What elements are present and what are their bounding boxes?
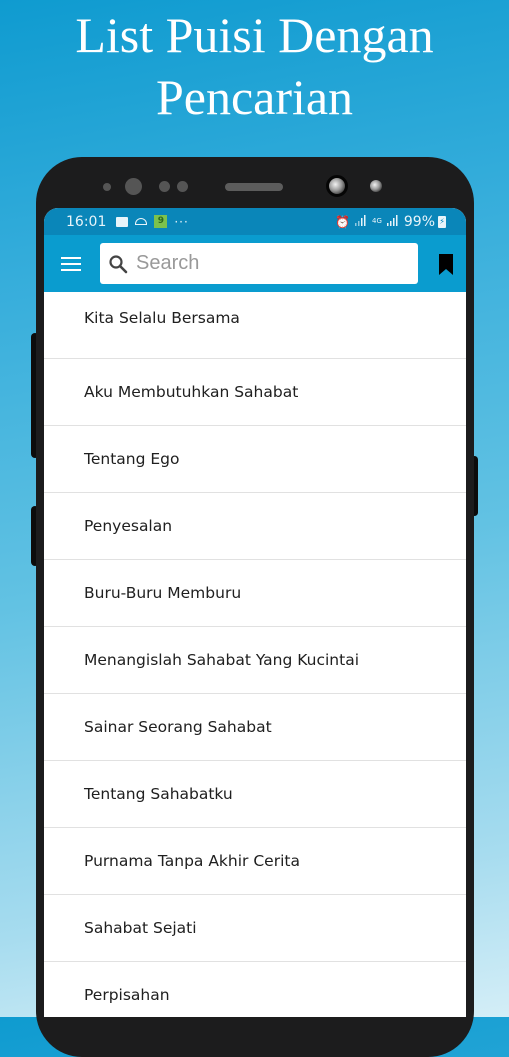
search-bar[interactable] bbox=[100, 243, 418, 284]
front-camera-secondary-icon bbox=[370, 180, 382, 192]
front-camera-icon bbox=[326, 175, 348, 197]
list-item[interactable]: Kita Selalu Bersama bbox=[44, 292, 466, 359]
poem-title: Tentang Sahabatku bbox=[84, 785, 233, 803]
phone-sensor-icon bbox=[177, 181, 188, 192]
status-bar: 16:01 9 ··· ⏰ 4G 99% ⚡ bbox=[44, 208, 466, 235]
signal-icon bbox=[386, 215, 399, 228]
poem-title: Tentang Ego bbox=[84, 450, 180, 468]
poem-title: Kita Selalu Bersama bbox=[84, 309, 240, 327]
more-dots-icon: ··· bbox=[174, 214, 189, 229]
promo-title-line-1: List Puisi Dengan bbox=[75, 7, 434, 63]
poem-title: Aku Membutuhkan Sahabat bbox=[84, 383, 299, 401]
battery-charging-icon: ⚡ bbox=[438, 215, 446, 228]
list-item[interactable]: Purnama Tanpa Akhir Cerita bbox=[44, 828, 466, 895]
image-icon bbox=[116, 216, 129, 227]
poem-title: Perpisahan bbox=[84, 986, 170, 1004]
poem-title: Sainar Seorang Sahabat bbox=[84, 718, 272, 736]
list-item[interactable]: Tentang Sahabatku bbox=[44, 761, 466, 828]
list-item[interactable]: Menangislah Sahabat Yang Kucintai bbox=[44, 627, 466, 694]
phone-speaker bbox=[225, 183, 283, 191]
search-icon bbox=[108, 254, 128, 274]
phone-sensor-icon bbox=[103, 183, 111, 191]
poem-list: Kita Selalu Bersama Aku Membutuhkan Saha… bbox=[44, 292, 466, 1017]
list-item[interactable]: Penyesalan bbox=[44, 493, 466, 560]
bookmark-button[interactable] bbox=[438, 254, 454, 276]
app-badge-icon: 9 bbox=[154, 215, 168, 228]
phone-sensor-icon bbox=[125, 178, 142, 195]
promo-title-line-2: Pencarian bbox=[155, 69, 354, 125]
app-toolbar bbox=[44, 235, 466, 292]
app-screen: 16:01 9 ··· ⏰ 4G 99% ⚡ Search Kita Selal… bbox=[44, 208, 466, 1017]
poem-title: Buru-Buru Memburu bbox=[84, 584, 242, 602]
poem-title: Purnama Tanpa Akhir Cerita bbox=[84, 852, 300, 870]
phone-sensor-icon bbox=[159, 181, 170, 192]
menu-button[interactable] bbox=[44, 235, 98, 292]
list-item[interactable]: Sahabat Sejati bbox=[44, 895, 466, 962]
signal-icon bbox=[354, 215, 367, 228]
list-item[interactable]: Buru-Buru Memburu bbox=[44, 560, 466, 627]
status-time: 16:01 bbox=[66, 213, 107, 230]
alarm-icon: ⏰ bbox=[335, 214, 350, 229]
hamburger-menu-icon bbox=[61, 256, 81, 271]
list-item[interactable]: Tentang Ego bbox=[44, 426, 466, 493]
poem-title: Penyesalan bbox=[84, 517, 173, 535]
cloud-icon bbox=[135, 218, 148, 225]
bookmark-icon bbox=[439, 254, 453, 275]
poem-title: Sahabat Sejati bbox=[84, 919, 197, 937]
4g-icon: 4G bbox=[371, 217, 382, 225]
search-input[interactable] bbox=[134, 251, 408, 276]
poem-title: Menangislah Sahabat Yang Kucintai bbox=[84, 651, 360, 669]
promo-title: List Puisi Dengan Pencarian bbox=[0, 4, 509, 128]
battery-percent: 99% bbox=[403, 213, 435, 230]
status-right-icons: ⏰ 4G 99% ⚡ bbox=[335, 214, 446, 230]
list-item[interactable]: Aku Membutuhkan Sahabat bbox=[44, 359, 466, 426]
list-item[interactable]: Perpisahan bbox=[44, 962, 466, 1017]
list-item[interactable]: Sainar Seorang Sahabat bbox=[44, 694, 466, 761]
